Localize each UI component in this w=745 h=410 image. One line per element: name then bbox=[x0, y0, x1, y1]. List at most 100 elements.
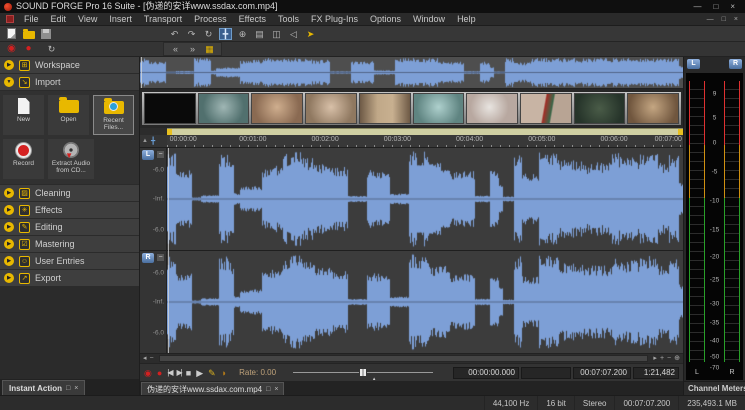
open-file-button[interactable] bbox=[22, 28, 35, 40]
zoom-tool-icon[interactable]: ⊕ bbox=[674, 354, 680, 363]
right-channel-button[interactable]: R bbox=[142, 253, 154, 263]
play-button[interactable]: ▶ bbox=[196, 365, 203, 381]
monitor-icon[interactable]: ◁ bbox=[287, 28, 300, 40]
sidebar-item-label: Effects bbox=[35, 205, 62, 215]
sidebar-item-workspace[interactable]: ▶ ⊞ Workspace bbox=[0, 57, 139, 73]
video-strip[interactable] bbox=[140, 89, 683, 128]
go-to-start-button[interactable]: |◀ bbox=[167, 365, 171, 381]
menu-view[interactable]: View bbox=[72, 13, 103, 26]
cursor-position-display: 00:00:00.000 bbox=[453, 367, 519, 379]
snapshot-icon[interactable]: ▦ bbox=[203, 43, 216, 55]
loop-playback-button[interactable]: ◑ bbox=[221, 365, 226, 381]
record-tile-button[interactable]: Record bbox=[3, 139, 44, 179]
scroll-right-icon[interactable]: ▸ bbox=[653, 354, 657, 363]
repeat-icon[interactable]: ↻ bbox=[202, 28, 215, 40]
rate-slider[interactable]: ▴ bbox=[293, 367, 433, 379]
playhead-cursor[interactable] bbox=[168, 148, 169, 353]
left-channel-button[interactable]: L bbox=[142, 150, 154, 160]
go-to-end-button[interactable]: ▶| bbox=[177, 365, 181, 381]
zoom-out-icon[interactable]: − bbox=[150, 354, 154, 363]
sidebar-item-export[interactable]: ▶ ↗ Export bbox=[0, 270, 139, 286]
sidebar-item-mastering[interactable]: ▶ ☑ Mastering bbox=[0, 236, 139, 252]
move-icon[interactable]: ╋ bbox=[151, 137, 155, 145]
waveform-display[interactable] bbox=[167, 148, 683, 353]
mdi-close-icon[interactable]: × bbox=[734, 16, 738, 23]
undo-icon[interactable]: ↶ bbox=[168, 28, 181, 40]
workspace-icon: ⊞ bbox=[19, 60, 30, 71]
meter-header: L R bbox=[684, 57, 745, 72]
menu-fx-plugins[interactable]: FX Plug-Ins bbox=[305, 13, 364, 26]
magnify-tool-icon[interactable]: ⊕ bbox=[236, 28, 249, 40]
record-button[interactable]: ● bbox=[157, 365, 162, 381]
record-remote-icon[interactable]: ◉ bbox=[5, 43, 18, 55]
loop-playback-icon[interactable]: ↻ bbox=[45, 43, 58, 55]
edit-tool-button[interactable]: ✎ bbox=[208, 365, 216, 381]
close-icon[interactable]: × bbox=[730, 0, 735, 13]
navigation-toolbar-group: « » ▦ bbox=[163, 42, 222, 56]
scroll-left-icon[interactable]: ◂ bbox=[143, 354, 147, 363]
menu-file[interactable]: File bbox=[18, 13, 45, 26]
close-panel-icon[interactable]: × bbox=[74, 385, 78, 392]
recent-files-tile-button[interactable]: Recent Files... bbox=[93, 95, 134, 135]
zoom-out-icon[interactable]: − bbox=[667, 354, 671, 363]
meter-scale-label: -20 bbox=[686, 253, 743, 260]
menu-help[interactable]: Help bbox=[451, 13, 482, 26]
sidebar-item-import[interactable]: ▼ ↘ Import bbox=[0, 74, 139, 90]
document-tab[interactable]: 伪递的安详www.ssdax.com.mp4 □ × bbox=[141, 382, 284, 395]
redo-icon[interactable]: ↷ bbox=[185, 28, 198, 40]
loop-region-bar[interactable] bbox=[167, 128, 683, 135]
go-to-start-icon[interactable]: « bbox=[169, 43, 182, 55]
restore-icon[interactable]: □ bbox=[713, 0, 718, 13]
minimize-channel-icon[interactable]: − bbox=[156, 150, 165, 159]
record-icon[interactable]: ● bbox=[22, 43, 35, 55]
mdi-window-controls: — □ × bbox=[707, 16, 743, 23]
menu-effects[interactable]: Effects bbox=[233, 13, 272, 26]
open-tile-button[interactable]: Open bbox=[48, 95, 89, 135]
sidebar-item-cleaning[interactable]: ▶ ▨ Cleaning bbox=[0, 185, 139, 201]
zoom-in-icon[interactable]: + bbox=[660, 354, 664, 363]
menu-options[interactable]: Options bbox=[364, 13, 407, 26]
horizontal-scrollbar[interactable] bbox=[159, 355, 649, 362]
float-panel-icon[interactable]: □ bbox=[66, 385, 70, 392]
menu-insert[interactable]: Insert bbox=[103, 13, 138, 26]
rate-slider-handle[interactable] bbox=[359, 368, 367, 377]
minimize-icon[interactable]: — bbox=[693, 0, 701, 13]
new-tile-button[interactable]: New bbox=[3, 95, 44, 135]
db-label: -Inf. bbox=[153, 196, 164, 203]
meter-right-button[interactable]: R bbox=[729, 59, 742, 69]
menu-process[interactable]: Process bbox=[188, 13, 233, 26]
meter-left-button[interactable]: L bbox=[687, 59, 700, 69]
menu-transport[interactable]: Transport bbox=[138, 13, 188, 26]
scroll-left-controls: ◂ − bbox=[140, 354, 157, 363]
record-remote-button[interactable]: ◉ bbox=[144, 365, 152, 381]
sidebar-item-user-entries[interactable]: ▶ ☺ User Entries bbox=[0, 253, 139, 269]
sidebar-item-editing[interactable]: ▶ ✎ Editing bbox=[0, 219, 139, 235]
stop-button[interactable]: ■ bbox=[186, 365, 191, 381]
envelope-tool-icon[interactable]: ▤ bbox=[253, 28, 266, 40]
window-title: SOUND FORGE Pro 16 Suite - [伪递的安详www.ssd… bbox=[16, 0, 689, 13]
eject-icon[interactable]: ▲ bbox=[142, 138, 148, 144]
sidebar-item-effects[interactable]: ▶ ✳ Effects bbox=[0, 202, 139, 218]
right-channel-waveform-canvas[interactable] bbox=[167, 251, 683, 353]
close-document-icon[interactable]: × bbox=[274, 386, 278, 393]
minimize-channel-icon[interactable]: − bbox=[156, 253, 165, 262]
menu-edit[interactable]: Edit bbox=[45, 13, 73, 26]
pan-tool-icon[interactable]: ╋ bbox=[219, 28, 232, 40]
save-file-button[interactable] bbox=[39, 28, 52, 40]
go-to-end-icon[interactable]: » bbox=[186, 43, 199, 55]
new-file-button[interactable] bbox=[5, 28, 18, 40]
mdi-minimize-icon[interactable]: — bbox=[707, 16, 714, 23]
menu-tools[interactable]: Tools bbox=[272, 13, 305, 26]
instant-action-tab[interactable]: Instant Action □ × bbox=[2, 380, 85, 395]
overview-bar[interactable] bbox=[140, 57, 683, 89]
event-tool-icon[interactable]: ◫ bbox=[270, 28, 283, 40]
float-window-icon[interactable]: □ bbox=[266, 386, 270, 393]
extract-audio-tile-button[interactable]: Extract Audio from CD... bbox=[48, 139, 94, 179]
menu-window[interactable]: Window bbox=[407, 13, 451, 26]
pointer-tool-icon[interactable]: ➤ bbox=[304, 28, 317, 40]
time-ruler[interactable]: 00:00:00 00:01:00 00:02:00 00:03:00 00:0… bbox=[167, 135, 683, 147]
mdi-restore-icon[interactable]: □ bbox=[722, 16, 726, 23]
left-channel-waveform-canvas[interactable] bbox=[167, 148, 683, 250]
meter-panel-footer[interactable]: Channel Meters □ bbox=[684, 381, 745, 395]
overview-waveform-canvas[interactable] bbox=[140, 57, 683, 88]
